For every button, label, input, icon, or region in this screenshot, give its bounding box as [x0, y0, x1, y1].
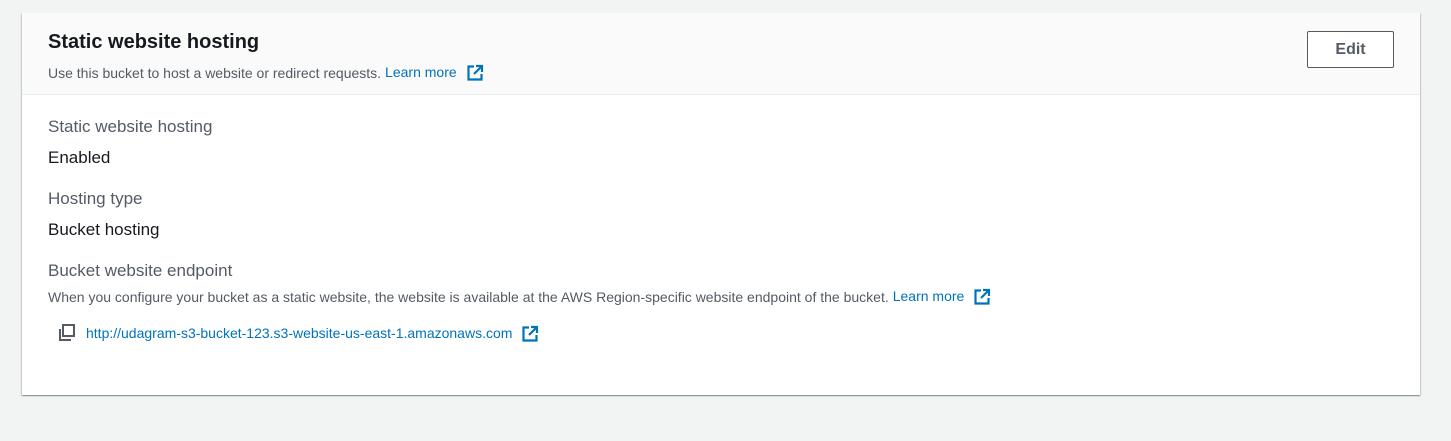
- hosting-type-group: Hosting type Bucket hosting: [48, 188, 1394, 241]
- external-link-icon: [974, 289, 991, 305]
- endpoint-label: Bucket website endpoint: [48, 261, 233, 280]
- hosting-status-label: Static website hosting: [48, 117, 213, 136]
- panel-description: Use this bucket to host a website or red…: [48, 63, 1394, 82]
- copy-icon[interactable]: [57, 323, 77, 343]
- panel-header: Static website hosting Use this bucket t…: [22, 13, 1420, 95]
- learn-more-link[interactable]: Learn more: [385, 63, 483, 82]
- endpoint-learn-more-label: Learn more: [892, 288, 965, 304]
- endpoint-description-text: When you configure your bucket as a stat…: [48, 288, 889, 305]
- hosting-type-value: Bucket hosting: [48, 220, 160, 239]
- endpoint-group: Bucket website endpoint When you configu…: [48, 260, 1394, 343]
- hosting-type-label: Hosting type: [48, 189, 143, 208]
- panel-description-text: Use this bucket to host a website or red…: [48, 64, 382, 81]
- endpoint-learn-more-link[interactable]: Learn more: [893, 287, 991, 306]
- endpoint-url-row: http://udagram-s3-bucket-123.s3-website-…: [48, 323, 1394, 343]
- panel-body: Static website hosting Enabled Hosting t…: [22, 95, 1420, 343]
- static-website-hosting-panel: Static website hosting Use this bucket t…: [22, 13, 1420, 395]
- endpoint-description: When you configure your bucket as a stat…: [48, 287, 1394, 306]
- endpoint-url: http://udagram-s3-bucket-123.s3-website-…: [86, 324, 513, 341]
- learn-more-label: Learn more: [385, 64, 457, 80]
- external-link-icon: [466, 65, 483, 81]
- hosting-status-group: Static website hosting Enabled: [48, 116, 1394, 169]
- external-link-icon: [522, 325, 539, 342]
- endpoint-url-link[interactable]: http://udagram-s3-bucket-123.s3-website-…: [86, 324, 539, 343]
- edit-button[interactable]: Edit: [1307, 31, 1394, 68]
- panel-title: Static website hosting: [48, 31, 260, 53]
- hosting-status-value: Enabled: [48, 148, 111, 167]
